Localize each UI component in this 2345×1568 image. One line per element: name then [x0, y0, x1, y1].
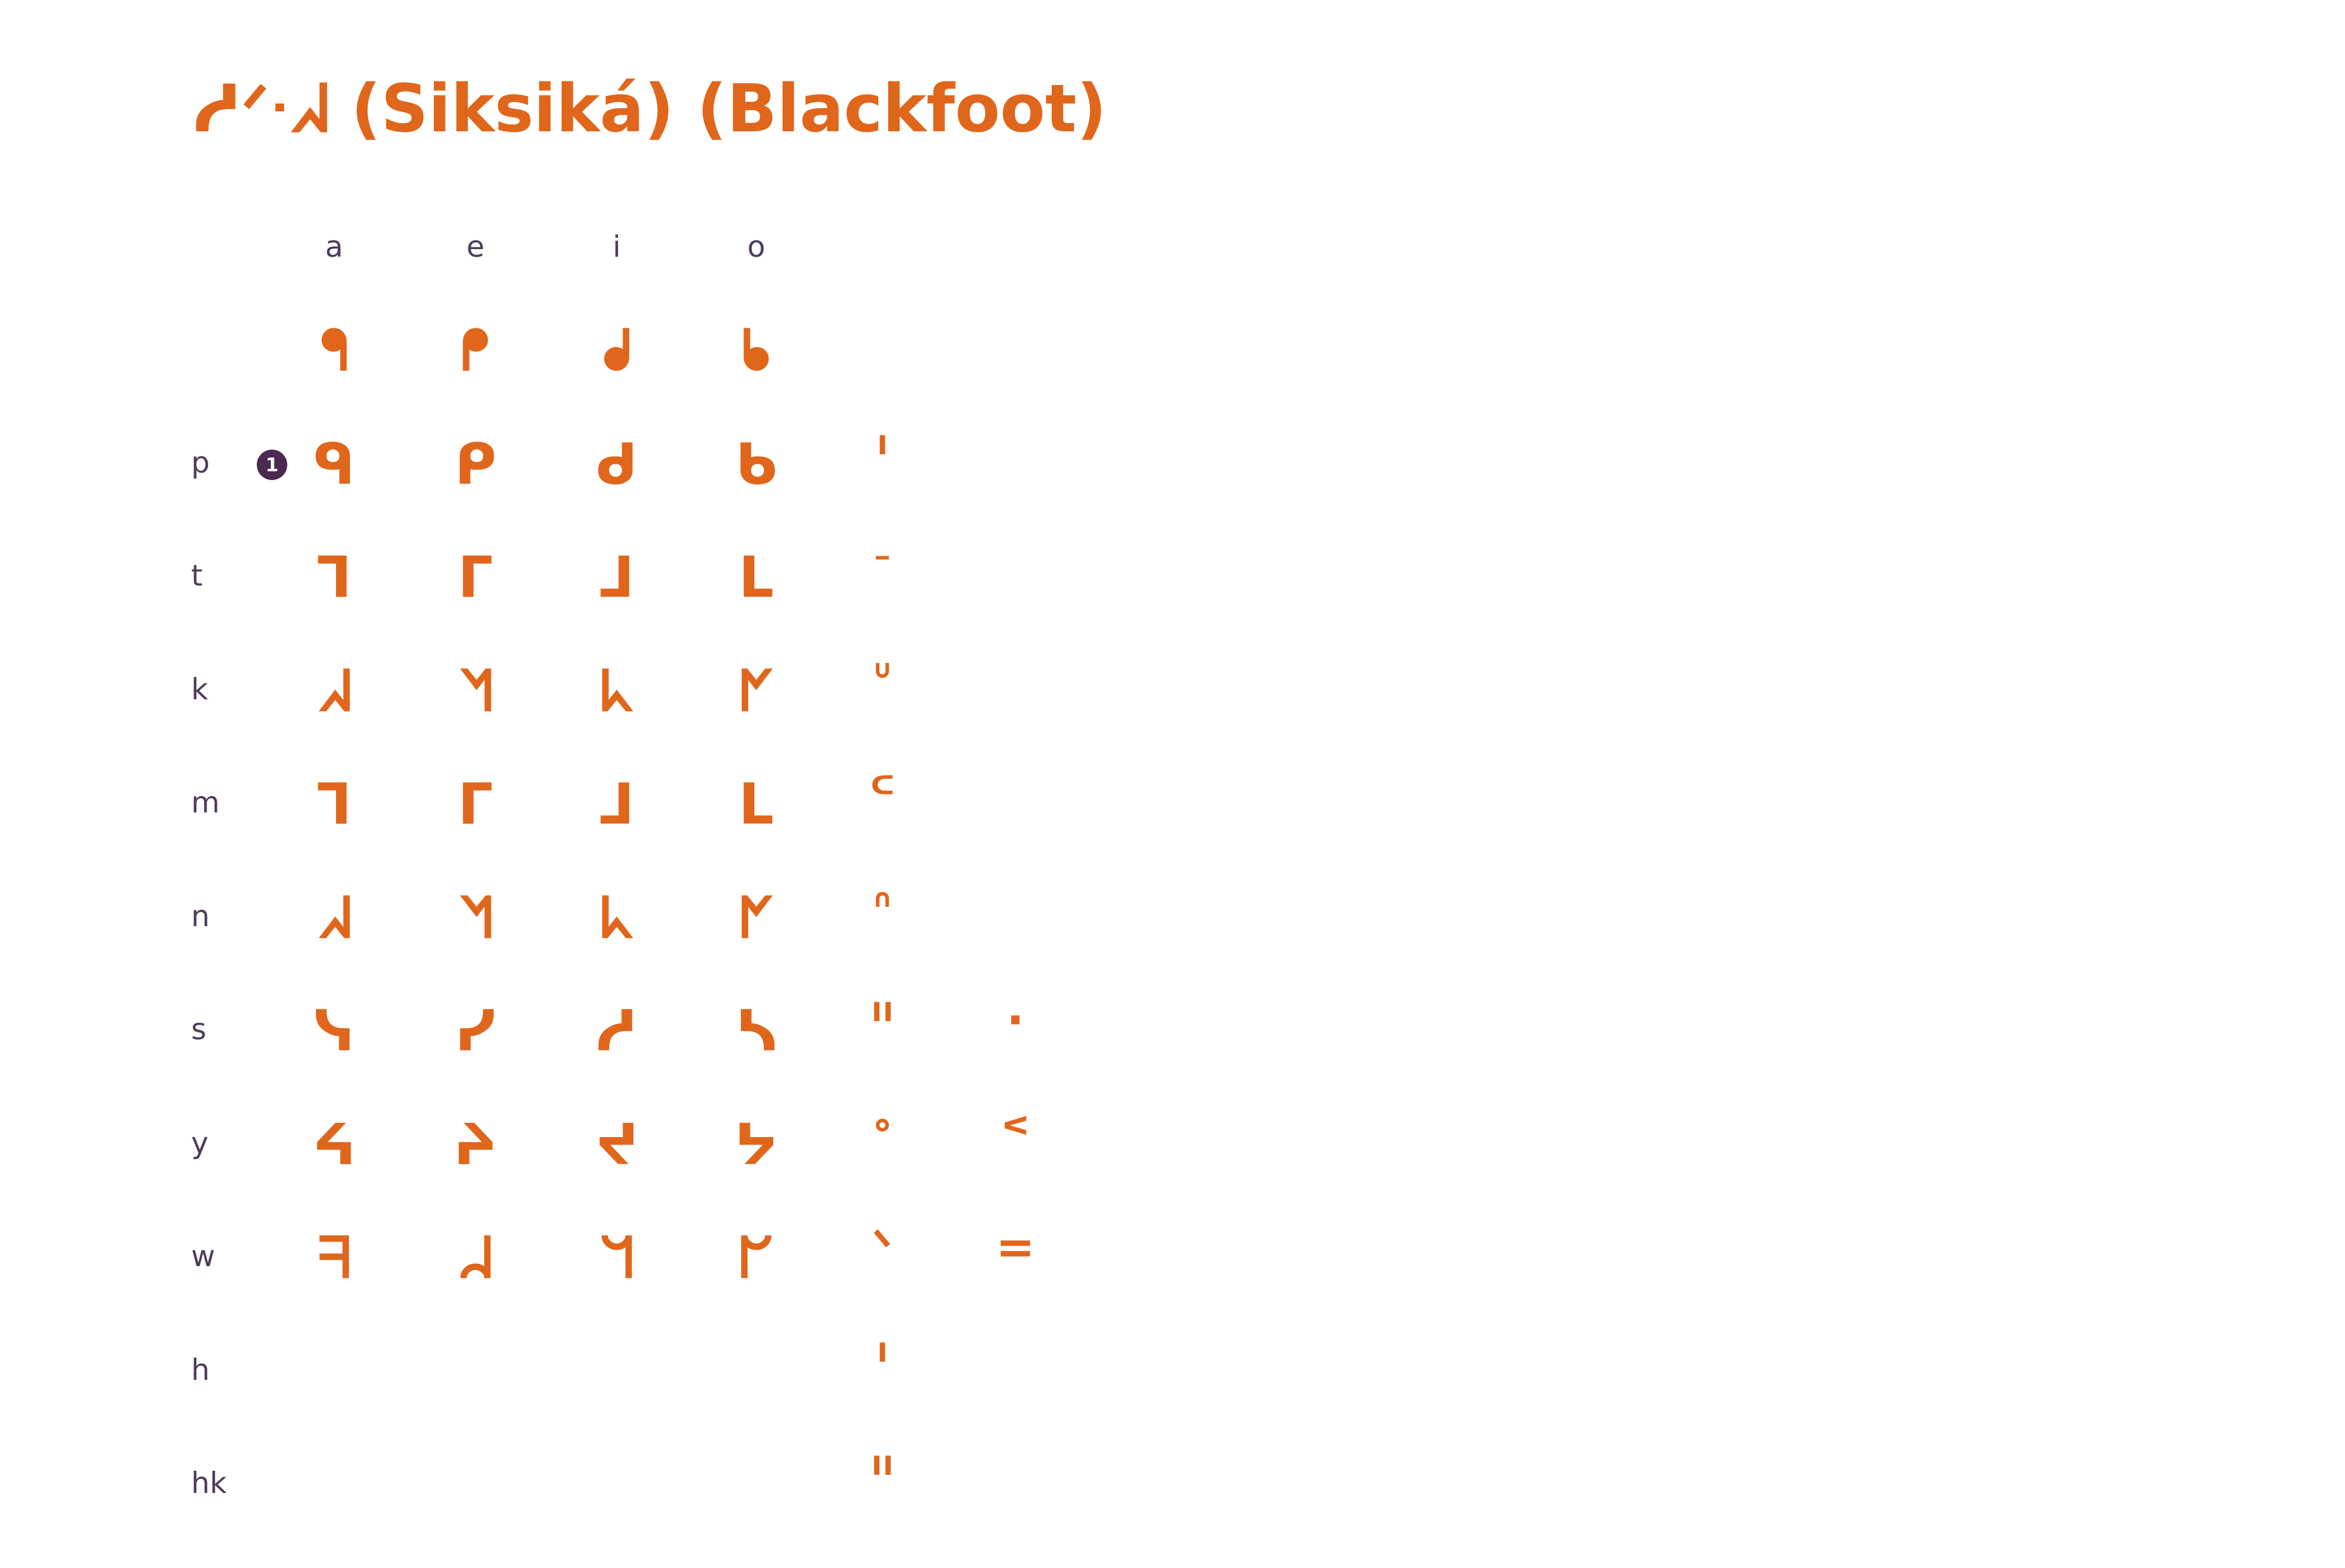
consonant-label: w — [191, 1239, 215, 1273]
syllable-glyph: ᒣ — [316, 771, 352, 837]
syllable-glyph: ᒪ — [738, 771, 774, 837]
syllable-glyph: ᖹ — [458, 1225, 493, 1291]
note-badge: 1 — [257, 450, 287, 480]
syllable-glyph: ᓯ — [454, 998, 497, 1064]
syllable-glyph: ᔪ — [594, 1111, 639, 1178]
syllable-glyph: ᖽ — [317, 885, 351, 951]
extra-glyph — [968, 872, 1062, 943]
syllable-glyph — [287, 1450, 381, 1520]
syllable-glyph: ᒣ — [316, 545, 352, 610]
final-glyph: ᐨ — [873, 539, 892, 594]
final-glyph: ᐢ — [873, 879, 892, 934]
final-glyph: ᑊ — [876, 426, 888, 481]
final-glyph: ᒼ — [869, 766, 895, 821]
vowel-e: e — [466, 230, 485, 264]
syllable-glyph: ᖾ — [600, 885, 634, 951]
final-glyph: ᐡ — [873, 652, 892, 708]
consonant-label: k — [191, 672, 208, 706]
syllable-glyph — [570, 1336, 664, 1407]
syllable-glyph: ᖻ — [599, 1225, 634, 1291]
syllable-glyph: ᒥ — [457, 545, 494, 610]
syllable-glyph: ᖼ — [739, 885, 773, 951]
final-glyph: ᑊ — [876, 1333, 888, 1388]
extra-glyph — [968, 305, 1062, 375]
consonant-label: p — [191, 445, 210, 479]
extra-glyph — [968, 419, 1062, 489]
consonant-label: y — [191, 1125, 209, 1160]
syllable-glyph — [287, 1336, 381, 1407]
syllable-glyph: ᖿ — [458, 658, 492, 724]
syllable-glyph — [709, 1336, 803, 1407]
consonant-label: n — [191, 899, 210, 933]
syllable-glyph: ᒥ — [457, 771, 494, 837]
consonant-label: hk — [191, 1466, 227, 1500]
syllable-glyph: ᖽ — [317, 658, 351, 724]
extra-glyph — [968, 532, 1062, 602]
syllable-glyph — [709, 1450, 803, 1520]
final-glyph: ᐤ — [873, 1106, 892, 1161]
syllable-glyph: ᔨ — [453, 1111, 498, 1178]
syllable-glyph: ᖰ — [461, 318, 490, 383]
syllable-glyph: ᖷ — [317, 1225, 351, 1291]
syllable-glyph: ᒧ — [599, 771, 635, 837]
vowel-o: o — [747, 230, 766, 264]
syllable-glyph: ᒪ — [738, 545, 774, 610]
extra-glyph — [968, 1326, 1062, 1396]
extra-glyph: · — [1006, 993, 1025, 1047]
syllable-glyph: ᑭ — [454, 431, 497, 497]
syllable-glyph: ᖿ — [458, 885, 492, 951]
syllable-glyph: ᖸ — [739, 1225, 774, 1291]
vowel-i: i — [613, 230, 621, 264]
syllable-glyph: ᓱ — [596, 998, 638, 1064]
extra-glyph — [968, 1439, 1062, 1509]
final-glyph: ᐦ — [871, 993, 893, 1047]
final-glyph: ᐠ — [872, 1220, 892, 1274]
syllable-glyph: ᓭ — [313, 998, 355, 1064]
extra-glyph — [968, 645, 1062, 716]
extra-glyph: = — [995, 1220, 1035, 1274]
page-title: ᓱᐟᐧᖽ (Siksiká) (Blackfoot) — [193, 71, 1107, 147]
syllable-glyph: ᔭ — [734, 1111, 779, 1178]
syllable-glyph: ᑫ — [313, 431, 355, 497]
consonant-label: t — [191, 559, 203, 593]
extra-glyph: ᑉ — [1001, 1106, 1029, 1161]
syllable-glyph: ᖼ — [739, 658, 773, 724]
consonant-label: s — [191, 1012, 207, 1046]
syllable-glyph: ᒧ — [599, 545, 635, 610]
syllable-glyph: ᓴ — [735, 998, 777, 1064]
syllable-glyph — [429, 1450, 522, 1520]
final-glyph: ᐦ — [871, 1447, 893, 1501]
syllable-glyph: ᖳ — [320, 318, 349, 383]
vowel-a: a — [325, 230, 344, 264]
syllable-glyph — [570, 1450, 664, 1520]
syllable-glyph: ᑯ — [596, 431, 638, 497]
final-glyph — [835, 305, 929, 375]
syllable-glyph: ᖱ — [602, 318, 631, 383]
syllable-glyph: ᖲ — [742, 318, 771, 383]
syllable-glyph — [429, 1336, 522, 1407]
consonant-label: h — [191, 1352, 210, 1387]
syllable-glyph: ᔦ — [312, 1111, 356, 1178]
syllable-glyph: ᖾ — [600, 658, 634, 724]
consonant-label: m — [191, 785, 220, 819]
extra-glyph — [968, 759, 1062, 829]
syllable-glyph: ᑲ — [735, 431, 777, 497]
